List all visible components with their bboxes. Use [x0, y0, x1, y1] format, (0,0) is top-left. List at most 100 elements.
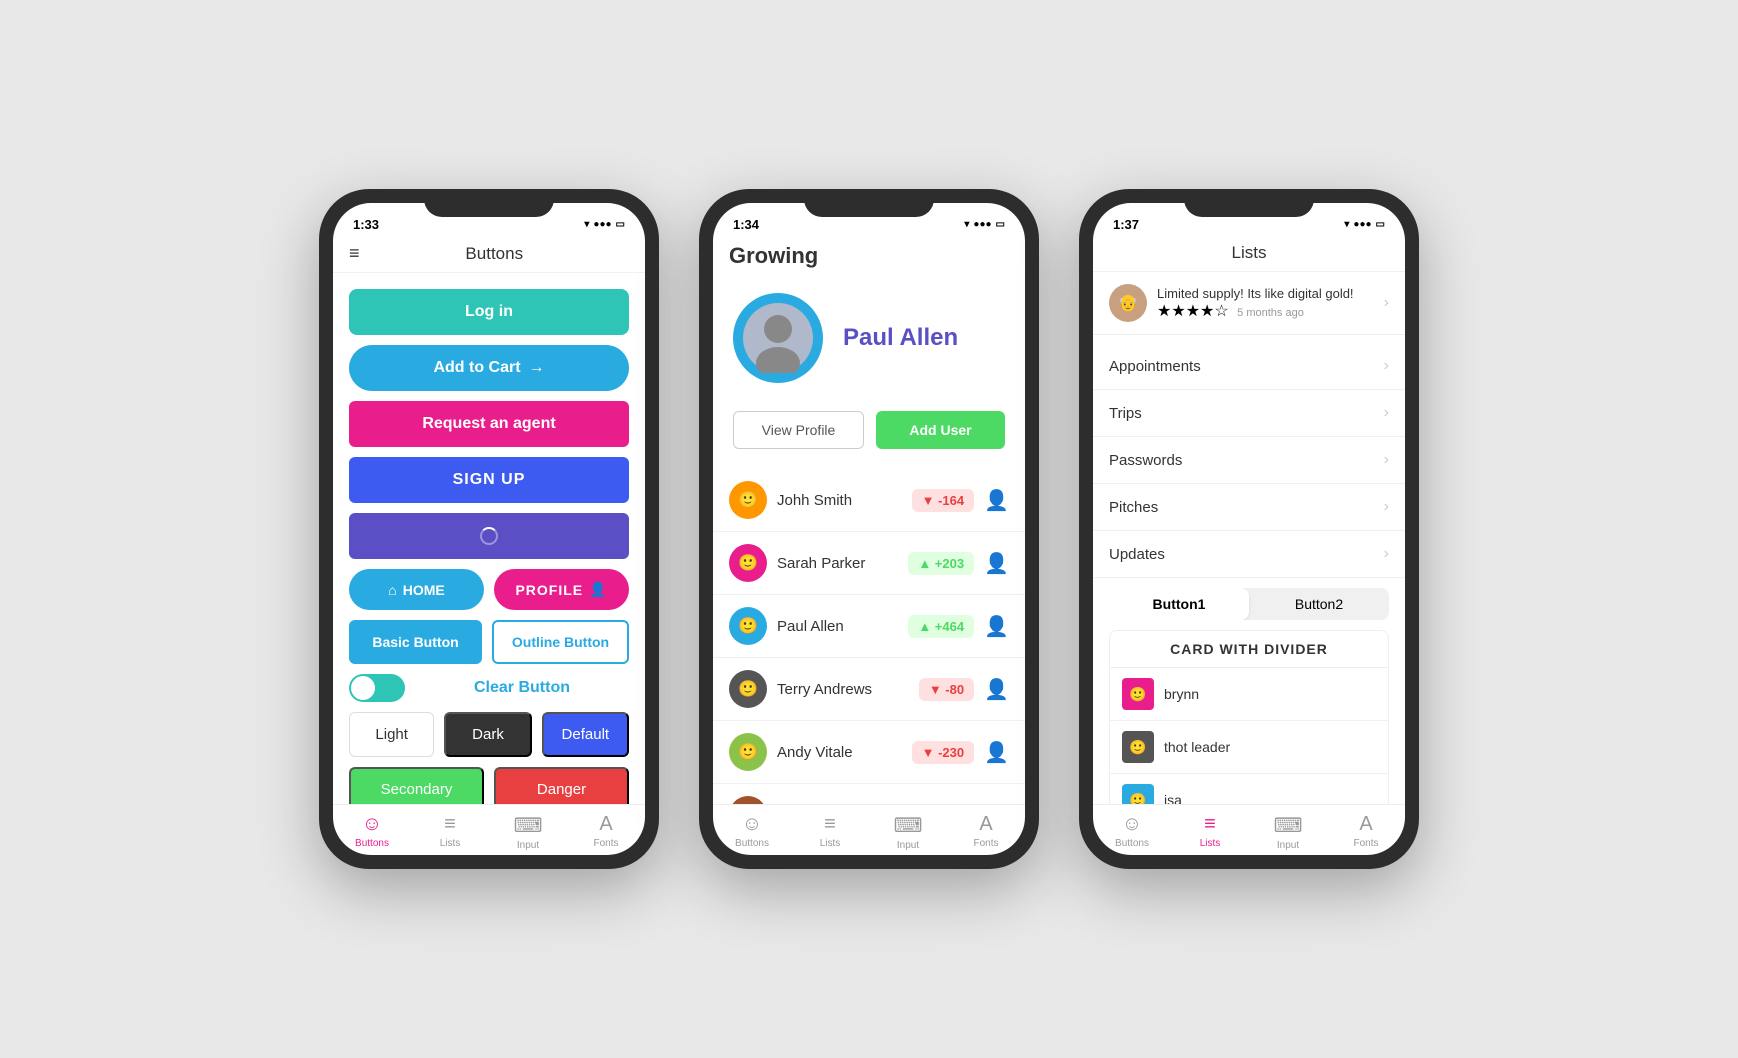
- card-person-3: 🙂 jsa: [1110, 774, 1388, 804]
- profile-name: Paul Allen: [843, 324, 958, 352]
- score-badge-2: ▲ +203: [908, 552, 974, 575]
- phone-2: 1:34 ▾ ●●● ▭ Growing: [699, 189, 1039, 869]
- user-action-icon-3[interactable]: 👤: [984, 614, 1009, 639]
- user-name-5: Andy Vitale: [777, 744, 902, 761]
- phones-container: 1:33 ▾ ●●● ▭ ≡ Buttons Log in Add to Car…: [319, 189, 1419, 869]
- tab-fonts-label: Fonts: [593, 838, 618, 849]
- table-row: 🙂 Johh Smith ▼ -164 👤: [713, 469, 1025, 532]
- user-action-icon-5[interactable]: 👤: [984, 740, 1009, 765]
- card-person-1: 🙂 brynn: [1110, 668, 1388, 721]
- review-text-block: Limited supply! Its like digital gold! ★…: [1157, 286, 1374, 321]
- tab-input-2[interactable]: ⌨ Input: [869, 813, 947, 851]
- growing-title: Growing: [729, 243, 1009, 269]
- tab-fonts-label-2: Fonts: [973, 838, 998, 849]
- tab-buttons-icon-3: ☺: [1122, 813, 1142, 836]
- tab-fonts-icon-2: A: [979, 813, 992, 836]
- dark-button[interactable]: Dark: [444, 712, 531, 757]
- tab-buttons-2[interactable]: ☺ Buttons: [713, 813, 791, 851]
- tab-fonts-2[interactable]: A Fonts: [947, 813, 1025, 851]
- signup-button[interactable]: SIGN UP: [349, 457, 629, 503]
- card-avatar-1: 🙂: [1122, 678, 1154, 710]
- phone2-header: Growing: [713, 239, 1025, 277]
- phone-3-screen: 1:37 ▾ ●●● ▭ Lists 👴 Limited supply! Its…: [1093, 203, 1405, 855]
- wifi-icon: ▾: [584, 219, 589, 230]
- light-button[interactable]: Light: [349, 712, 434, 757]
- table-row: 🙂 Sarah Parker ▲ +203 👤: [713, 532, 1025, 595]
- profile-button[interactable]: PROFILE 👤: [494, 569, 629, 610]
- tab-lists-label-2: Lists: [820, 838, 841, 849]
- add-to-cart-label: Add to Cart: [433, 359, 520, 377]
- tab-lists-1[interactable]: ≡ Lists: [411, 813, 489, 851]
- segment-button1[interactable]: Button1: [1109, 588, 1249, 620]
- card-avatar-3: 🙂: [1122, 784, 1154, 804]
- user-action-icon-4[interactable]: 👤: [984, 677, 1009, 702]
- notch-2: [804, 189, 934, 217]
- home-label: HOME: [403, 582, 445, 598]
- segment-button2[interactable]: Button2: [1249, 588, 1389, 620]
- tab-input-3[interactable]: ⌨ Input: [1249, 813, 1327, 851]
- tab-buttons-label-3: Buttons: [1115, 838, 1149, 849]
- tab-lists-3[interactable]: ≡ Lists: [1171, 813, 1249, 851]
- user-avatar-6: 🙂: [729, 796, 767, 804]
- reviewer-avatar: 👴: [1109, 284, 1147, 322]
- outline-button[interactable]: Outline Button: [492, 620, 629, 664]
- clear-button[interactable]: Clear Button: [415, 679, 629, 697]
- table-row: 🙂 Katy Friedson ▲ +160 👤: [713, 784, 1025, 804]
- person-icon: 👤: [589, 581, 607, 598]
- card-person-name-3: jsa: [1164, 792, 1182, 804]
- card-with-divider: CARD WITH DIVIDER 🙂 brynn 🙂 thot leader …: [1109, 630, 1389, 804]
- tab-input-icon-3: ⌨: [1274, 813, 1303, 838]
- user-avatar-2: 🙂: [729, 544, 767, 582]
- lists-content: 👴 Limited supply! Its like digital gold!…: [1093, 272, 1405, 804]
- loading-button[interactable]: [349, 513, 629, 559]
- signal-icon-2: ●●●: [973, 219, 991, 230]
- tab-lists-label-3: Lists: [1200, 838, 1221, 849]
- battery-icon-2: ▭: [996, 219, 1005, 230]
- secondary-button[interactable]: Secondary: [349, 767, 484, 804]
- user-action-icon-1[interactable]: 👤: [984, 488, 1009, 513]
- score-badge-1: ▼ -164: [912, 489, 975, 512]
- tab-bar-2: ☺ Buttons ≡ Lists ⌨ Input A Fonts: [713, 804, 1025, 855]
- segmented-control: Button1 Button2: [1109, 588, 1389, 620]
- chevron-appointments: ›: [1384, 357, 1389, 375]
- home-button[interactable]: ⌂ HOME: [349, 569, 484, 610]
- page-title-3: Lists: [1109, 243, 1389, 263]
- add-to-cart-button[interactable]: Add to Cart →: [349, 345, 629, 391]
- basic-button[interactable]: Basic Button: [349, 620, 482, 664]
- avatar-svg: [743, 303, 813, 373]
- tab-lists-2[interactable]: ≡ Lists: [791, 813, 869, 851]
- tab-input-1[interactable]: ⌨ Input: [489, 813, 567, 851]
- menu-item-trips[interactable]: Trips ›: [1093, 390, 1405, 437]
- spinner-icon: [480, 527, 498, 545]
- card-person-name-1: brynn: [1164, 686, 1199, 702]
- view-profile-button[interactable]: View Profile: [733, 411, 864, 449]
- review-stars: ★★★★☆ 5 months ago: [1157, 301, 1374, 321]
- time-2: 1:34: [733, 217, 759, 232]
- user-name-2: Sarah Parker: [777, 555, 898, 572]
- menu-label-appointments: Appointments: [1109, 358, 1384, 375]
- menu-icon[interactable]: ≡: [349, 243, 360, 264]
- tab-fonts-icon: A: [599, 813, 612, 836]
- tab-fonts-icon-3: A: [1359, 813, 1372, 836]
- toggle-switch[interactable]: [349, 674, 405, 702]
- default-button[interactable]: Default: [542, 712, 629, 757]
- danger-button[interactable]: Danger: [494, 767, 629, 804]
- menu-item-updates[interactable]: Updates ›: [1093, 531, 1405, 578]
- basic-outline-row: Basic Button Outline Button: [349, 620, 629, 664]
- score-badge-5: ▼ -230: [912, 741, 975, 764]
- menu-item-pitches[interactable]: Pitches ›: [1093, 484, 1405, 531]
- request-agent-button[interactable]: Request an agent: [349, 401, 629, 447]
- menu-item-passwords[interactable]: Passwords ›: [1093, 437, 1405, 484]
- menu-item-appointments[interactable]: Appointments ›: [1093, 343, 1405, 390]
- table-row: 🙂 Terry Andrews ▼ -80 👤: [713, 658, 1025, 721]
- tab-fonts-3[interactable]: A Fonts: [1327, 813, 1405, 851]
- menu-label-updates: Updates: [1109, 546, 1384, 563]
- tab-buttons-1[interactable]: ☺ Buttons: [333, 813, 411, 851]
- tab-buttons-3[interactable]: ☺ Buttons: [1093, 813, 1171, 851]
- login-button[interactable]: Log in: [349, 289, 629, 335]
- tab-fonts-1[interactable]: A Fonts: [567, 813, 645, 851]
- tab-buttons-icon: ☺: [362, 813, 382, 836]
- add-user-button[interactable]: Add User: [876, 411, 1005, 449]
- user-action-icon-2[interactable]: 👤: [984, 551, 1009, 576]
- review-card[interactable]: 👴 Limited supply! Its like digital gold!…: [1093, 272, 1405, 335]
